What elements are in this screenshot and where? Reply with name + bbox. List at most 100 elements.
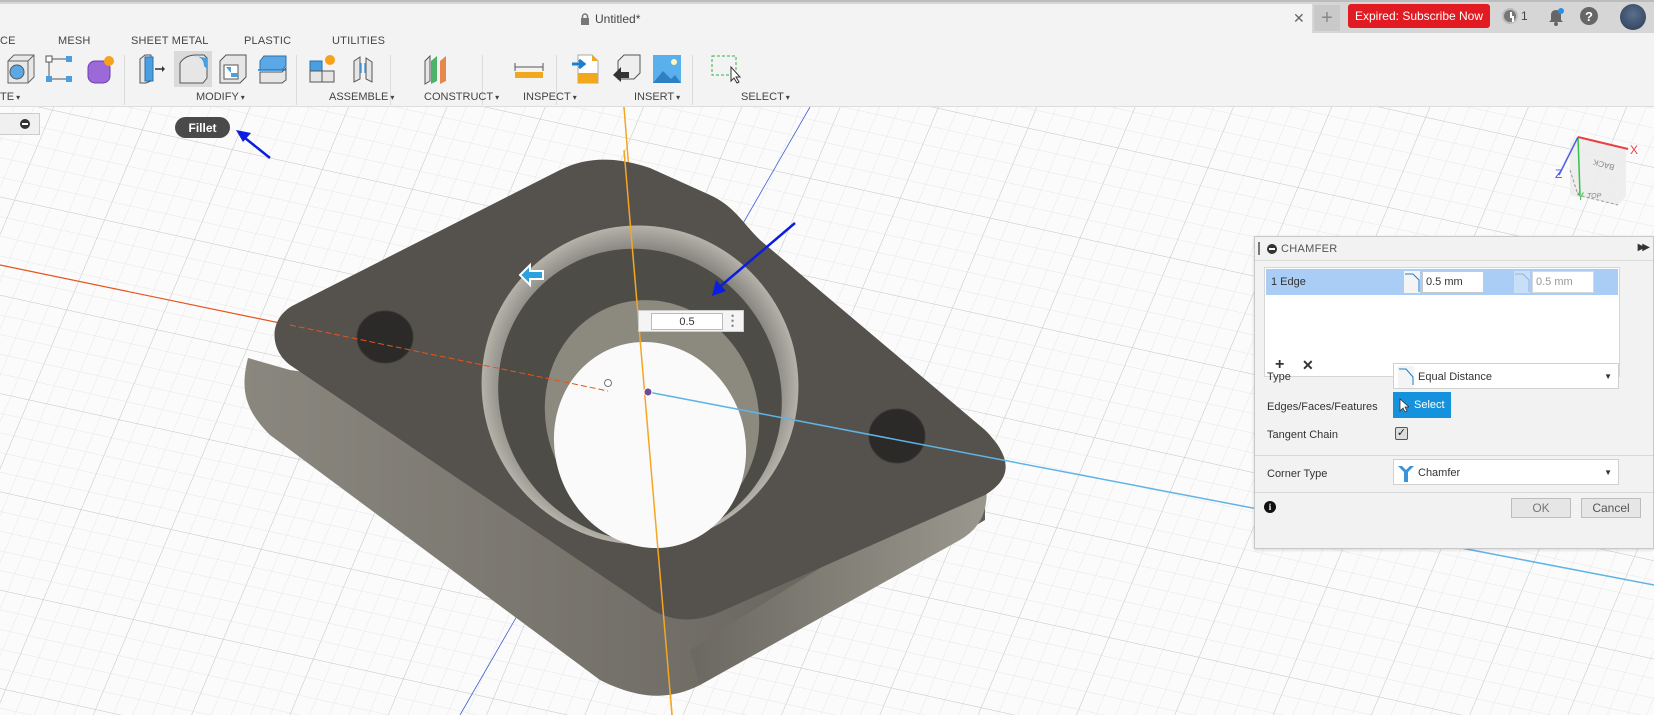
insert-svg-button[interactable] [568,51,606,87]
split-body-button[interactable] [254,51,292,87]
tangent-chain-checkbox[interactable]: ✓ [1395,427,1408,440]
edge-row-label: 1 Edge [1271,276,1306,288]
construct-menu[interactable]: CONSTRUCT ▾ [424,91,499,103]
tangent-chain-label: Tangent Chain [1267,429,1338,441]
inspect-menu[interactable]: INSPECT ▾ [523,91,577,103]
press-pull-button[interactable] [134,51,172,87]
notification-bell-icon[interactable] [1548,8,1564,26]
dropdown-arrow-icon: ▼ [1604,372,1612,381]
tab-plastic[interactable]: PLASTIC [244,35,291,47]
browser-panel-collapsed[interactable] [0,113,40,135]
shell-button[interactable] [214,51,252,87]
chamfer-dialog: CHAMFER ▶▶ 1 Edge 0.5 mm 0.5 mm + ✕ Type… [1254,236,1654,549]
new-component-button[interactable] [304,51,342,87]
fillet-tooltip: Fillet [175,117,230,138]
sketch-point [604,379,612,387]
distance-one-input[interactable]: 0.5 mm [1422,271,1484,293]
new-component-icon [309,55,335,83]
measure-ruler-icon [514,63,544,78]
edge-selection-list: 1 Edge 0.5 mm 0.5 mm + ✕ [1264,267,1620,377]
dropdown-caret-icon: ▾ [495,93,500,102]
subscribe-button[interactable]: Expired: Subscribe Now [1348,4,1490,28]
collapse-dialog-icon[interactable] [1267,244,1277,254]
sketch-nodes-icon [45,55,72,82]
equal-distance-icon [1398,366,1414,388]
type-value: Equal Distance [1418,371,1492,383]
lock-icon [581,13,589,25]
document-title-text: Untitled* [595,12,641,26]
tab-surface[interactable]: CE [0,35,16,47]
tab-sheet-metal[interactable]: SHEET METAL [131,35,209,47]
expand-dialog-icon[interactable]: ▶▶ [1638,242,1651,253]
document-title: Untitled* [580,12,640,26]
joint-icon [353,56,373,83]
help-icon[interactable]: ? [1580,7,1598,25]
purple-body-icon [87,56,114,84]
viewcube-top-face: TOP [1587,193,1602,200]
chamfer-corner-icon [1398,466,1414,482]
close-tab-icon[interactable]: ✕ [1293,10,1305,27]
dialog-title: CHAMFER [1281,243,1338,255]
joint-button[interactable] [346,51,384,87]
cancel-button[interactable]: Cancel [1581,498,1641,518]
dialog-header[interactable]: CHAMFER ▶▶ [1255,237,1653,261]
construct-plane-button[interactable] [418,51,456,87]
more-options-icon[interactable]: • • • [731,312,735,331]
viewcube-y-label: Y [1577,191,1585,203]
collapse-icon[interactable] [20,119,30,129]
fillet-icon [179,54,208,84]
distance-input-field[interactable]: 0.5 [651,313,723,330]
shell-icon [219,54,247,84]
insert-menu[interactable]: INSERT ▾ [634,91,680,103]
modify-menu[interactable]: MODIFY ▾ [196,91,245,103]
clock-icon [1502,8,1518,24]
ribbon-toolbar: CE MESH SHEET METAL PLASTIC UTILITIES TE… [0,33,1654,107]
dropdown-caret-icon: ▾ [16,93,21,102]
assemble-menu[interactable]: ASSEMBLE ▾ [329,91,394,103]
job-count: 1 [1521,9,1528,23]
tab-utilities[interactable]: UTILITIES [332,35,385,47]
sketch-points-button[interactable] [40,51,78,87]
cursor-arrow-icon [1399,397,1409,413]
remove-edge-set-button[interactable]: ✕ [1302,357,1314,374]
create-form-button[interactable] [0,51,38,87]
window-select-icon [711,55,742,84]
edge-row[interactable]: 1 Edge 0.5 mm 0.5 mm [1266,269,1618,295]
ok-button[interactable]: OK [1511,498,1571,518]
document-tab[interactable]: Untitled* ✕ [0,4,1312,35]
viewcube-z-label: Z [1555,167,1562,181]
type-dropdown[interactable]: Equal Distance ▼ [1393,363,1619,389]
user-avatar[interactable] [1620,4,1646,30]
distance-icon [1404,271,1420,293]
info-icon[interactable]: i [1264,501,1276,513]
measure-button[interactable] [510,51,548,87]
origin-point [643,387,653,397]
drag-handle-icon[interactable] [1258,242,1260,255]
plus-icon: + [1321,6,1333,29]
create-body-button[interactable] [82,51,120,87]
3d-viewport[interactable]: X Y Z BACK TOP Fillet 0.5 • • • CHAMFER ▶▶… [0,107,1654,715]
distance-two-icon [1514,271,1530,293]
insert-derive-button[interactable] [608,51,646,87]
new-tab-button[interactable]: + [1314,5,1340,31]
fillet-button[interactable] [174,51,212,87]
job-status-button[interactable]: 1 [1502,8,1528,24]
image-canvas-icon [653,55,681,83]
title-bar: Untitled* ✕ + Expired: Subscribe Now 1 ? [0,0,1654,35]
dropdown-caret-icon: ▾ [785,93,790,102]
select-menu[interactable]: SELECT ▾ [741,91,790,103]
corner-type-label: Corner Type [1267,468,1328,480]
insert-canvas-button[interactable] [648,51,686,87]
split-body-icon [258,55,287,84]
dialog-footer-divider [1255,492,1653,493]
dropdown-arrow-icon: ▼ [1604,468,1612,477]
tab-mesh[interactable]: MESH [58,35,91,47]
create-menu[interactable]: TE ▾ [0,91,20,103]
edges-select-button[interactable]: Select [1393,392,1451,418]
select-button[interactable] [706,51,744,87]
insert-derive-icon [613,54,641,82]
corner-type-dropdown[interactable]: Chamfer ▼ [1393,459,1619,485]
dropdown-caret-icon: ▾ [572,93,577,102]
distance-input-manipulator[interactable]: 0.5 • • • [638,310,744,332]
type-label: Type [1267,371,1291,383]
